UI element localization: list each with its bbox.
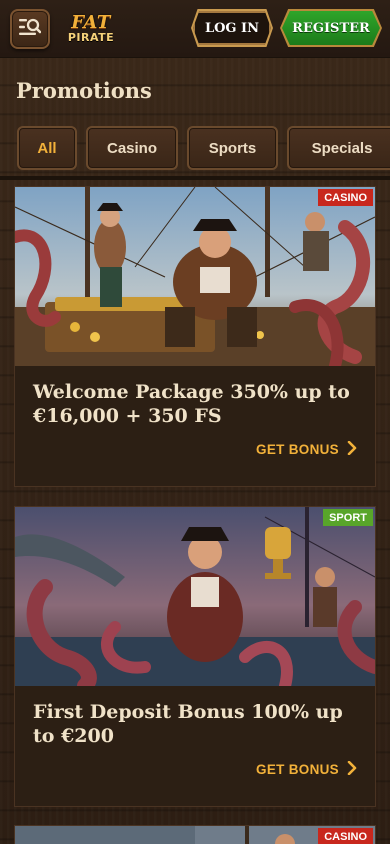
chevron-right-icon [347,760,357,778]
promo-card[interactable]: SPORT First Deposit Bonus 100% up to €20… [14,506,376,807]
chevron-right-icon [347,440,357,458]
tab-sports[interactable]: Sports [187,126,278,170]
promo-card[interactable]: CASINO Welcome Package 350% up to €16,00… [14,186,376,487]
get-bonus-button[interactable]: GET BONUS [256,760,357,778]
promo-image-pirate-captain-treasure: CASINO [15,187,375,366]
page-title: Promotions [16,78,152,103]
promotion-filter-tabs: All Casino Sports Specials [17,126,390,172]
get-bonus-button[interactable]: GET BONUS [256,440,357,458]
menu-search-icon [19,18,42,40]
logo-top-text: FAT [71,11,111,33]
category-badge: CASINO [318,189,373,206]
tab-casino[interactable]: Casino [86,126,178,170]
category-badge: SPORT [323,509,373,526]
tabs-divider [0,176,390,180]
tab-all[interactable]: All [17,126,77,170]
menu-button[interactable] [10,8,50,49]
tab-specials[interactable]: Specials [287,126,390,170]
promo-title: First Deposit Bonus 100% up to €200 [33,701,343,747]
login-button[interactable]: LOG IN [193,11,271,45]
promo-image-pirate-ship: CASINO [15,826,375,844]
logo-bottom-text: PIRATE [67,30,115,44]
promo-image-pirate-trophy-kraken: SPORT [15,507,375,686]
promo-card[interactable]: CASINO [14,825,376,844]
cta-label: GET BONUS [256,762,339,777]
cta-label: GET BONUS [256,442,339,457]
category-badge: CASINO [318,828,373,844]
fat-pirate-logo[interactable]: FAT PIRATE [60,9,122,49]
register-button[interactable]: REGISTER [282,11,380,45]
promo-title: Welcome Package 350% up to €16,000 + 350… [33,381,350,427]
top-header: FAT PIRATE LOG IN REGISTER [0,0,390,58]
